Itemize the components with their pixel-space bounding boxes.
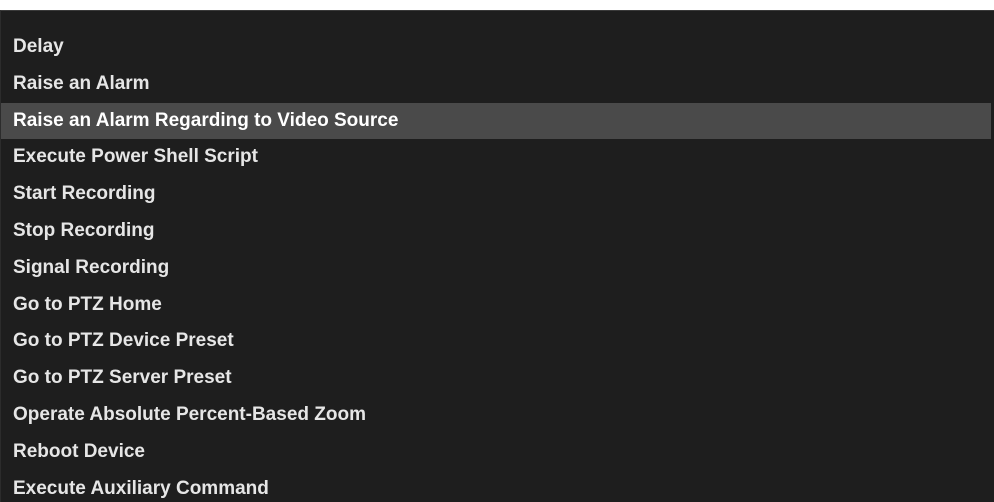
list-item-raise-alarm-video-source[interactable]: Raise an Alarm Regarding to Video Source bbox=[1, 102, 991, 140]
list-item-execute-auxiliary-command[interactable]: Execute Auxiliary Command bbox=[1, 471, 991, 502]
list-item-execute-powershell-script[interactable]: Execute Power Shell Script bbox=[1, 139, 991, 176]
action-list: Delay Raise an Alarm Raise an Alarm Rega… bbox=[1, 29, 991, 502]
list-item-raise-alarm[interactable]: Raise an Alarm bbox=[1, 66, 991, 103]
list-item-reboot-device[interactable]: Reboot Device bbox=[1, 434, 991, 471]
list-item-operate-absolute-zoom[interactable]: Operate Absolute Percent-Based Zoom bbox=[1, 397, 991, 434]
list-item-go-to-ptz-home[interactable]: Go to PTZ Home bbox=[1, 287, 991, 324]
list-item-go-to-ptz-server-preset[interactable]: Go to PTZ Server Preset bbox=[1, 360, 991, 397]
action-dropdown-list[interactable]: Delay Raise an Alarm Raise an Alarm Rega… bbox=[0, 10, 994, 502]
list-item-signal-recording[interactable]: Signal Recording bbox=[1, 250, 991, 287]
top-strip bbox=[0, 0, 994, 10]
list-item-go-to-ptz-device-preset[interactable]: Go to PTZ Device Preset bbox=[1, 323, 991, 360]
list-item-stop-recording[interactable]: Stop Recording bbox=[1, 213, 991, 250]
list-item-delay[interactable]: Delay bbox=[1, 29, 991, 66]
list-item-start-recording[interactable]: Start Recording bbox=[1, 176, 991, 213]
